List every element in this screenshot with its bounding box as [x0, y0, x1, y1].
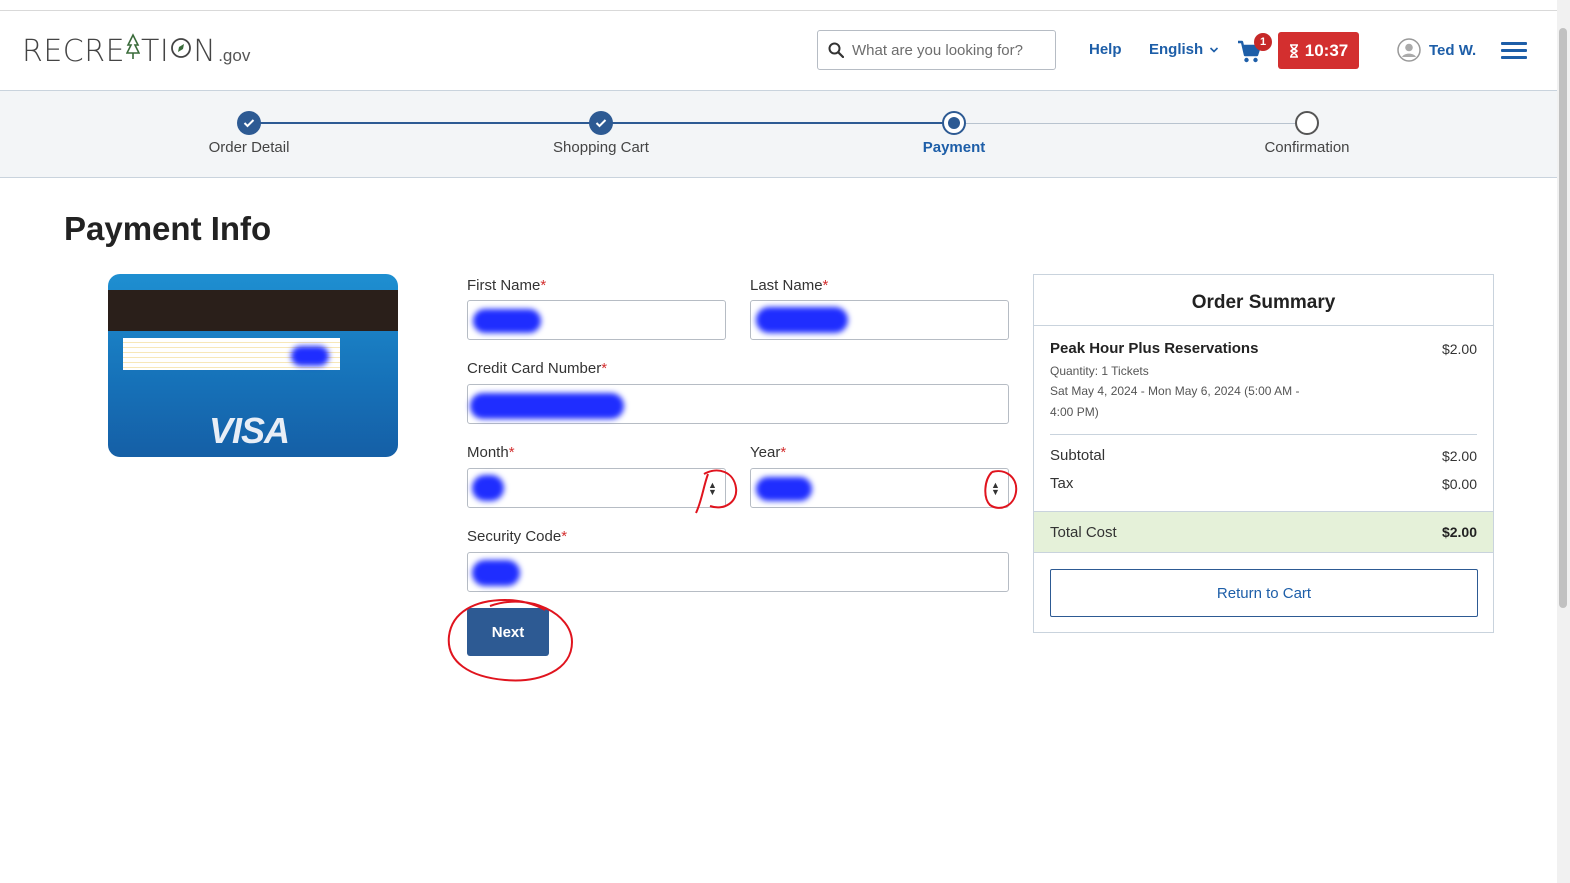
cart-count-badge: 1	[1254, 33, 1272, 51]
scrollbar-thumb[interactable]	[1559, 28, 1567, 608]
total-value: $2.00	[1441, 524, 1477, 540]
user-menu[interactable]: Ted W.	[1397, 38, 1476, 62]
year-label: Year*	[750, 444, 787, 461]
language-selector[interactable]: English	[1149, 41, 1219, 58]
redaction-mark	[472, 560, 520, 586]
step-label: Confirmation	[1264, 139, 1350, 156]
timer-text: 10:37	[1304, 40, 1349, 60]
item-dates: Sat May 4, 2024 - Mon May 6, 2024 (5:00 …	[1050, 384, 1300, 398]
logo-compass-icon	[170, 33, 192, 61]
step-label: Payment	[922, 139, 986, 156]
step-order-detail[interactable]: Order Detail	[169, 111, 329, 156]
step-label: Order Detail	[208, 139, 290, 156]
item-price: $2.00	[1441, 341, 1477, 357]
security-code-field[interactable]	[467, 552, 1009, 592]
step-payment: Payment	[874, 111, 1034, 156]
order-summary-panel: Order Summary Peak Hour Plus Reservation…	[1033, 274, 1494, 633]
return-to-cart-button[interactable]: Return to Cart	[1050, 569, 1478, 617]
total-label: Total Cost	[1050, 524, 1117, 541]
item-quantity: Quantity: 1 Tickets	[1050, 364, 1149, 378]
credit-card-illustration: VISA	[108, 274, 398, 457]
last-name-label: Last Name*	[750, 277, 829, 294]
item-dates-cont: 4:00 PM)	[1050, 405, 1099, 419]
search-icon	[828, 42, 844, 58]
logo-text-mid: TI	[141, 34, 170, 69]
check-icon	[589, 111, 613, 135]
divider	[1050, 434, 1477, 435]
hamburger-menu-icon[interactable]	[1501, 42, 1527, 62]
search-box[interactable]	[817, 30, 1056, 70]
user-name: Ted W.	[1429, 41, 1477, 59]
item-name: Peak Hour Plus Reservations	[1050, 340, 1259, 357]
language-label: English	[1149, 41, 1204, 58]
next-button[interactable]: Next	[467, 608, 549, 656]
page-scrollbar[interactable]	[1557, 0, 1570, 883]
security-code-label: Security Code*	[467, 528, 568, 545]
logo-tree-icon	[125, 33, 141, 61]
card-number-label: Credit Card Number*	[467, 360, 608, 377]
tax-label: Tax	[1050, 475, 1074, 492]
subtotal-value: $2.00	[1441, 448, 1477, 464]
check-icon	[237, 111, 261, 135]
visa-logo: VISA	[209, 410, 290, 451]
divider	[1034, 325, 1493, 326]
logo-text-end: N	[193, 34, 217, 69]
chevron-down-icon	[1210, 46, 1219, 53]
step-label: Shopping Cart	[553, 139, 649, 156]
select-arrows-icon[interactable]: ▲ ▼	[708, 481, 717, 497]
redaction-mark	[470, 393, 624, 419]
logo-suffix: .gov	[218, 46, 251, 65]
help-link[interactable]: Help	[1089, 41, 1122, 58]
redaction-mark	[473, 309, 541, 333]
page-title: Payment Info	[64, 210, 272, 247]
pending-step-icon	[1295, 111, 1319, 135]
month-label: Month*	[467, 444, 515, 461]
search-input[interactable]	[852, 41, 1042, 59]
logo-text-start: RECRE	[22, 34, 126, 69]
session-timer[interactable]: 10:37	[1278, 32, 1359, 69]
total-row: Total Cost $2.00	[1034, 511, 1493, 553]
select-arrows-icon[interactable]: ▲ ▼	[991, 481, 1000, 497]
order-summary-title: Order Summary	[1191, 292, 1336, 313]
first-name-label: First Name*	[467, 277, 547, 294]
current-step-icon	[942, 111, 966, 135]
hourglass-icon	[1289, 43, 1298, 58]
redaction-mark	[756, 477, 812, 501]
month-select[interactable]	[467, 468, 726, 508]
magnetic-stripe	[108, 290, 398, 331]
recreation-gov-logo[interactable]: RECRE TI N .gov	[22, 33, 250, 69]
subtotal-label: Subtotal	[1050, 447, 1106, 464]
redaction-mark	[472, 475, 504, 501]
step-shopping-cart[interactable]: Shopping Cart	[521, 111, 681, 156]
step-confirmation: Confirmation	[1227, 111, 1387, 156]
checkout-progress: Order Detail Shopping Cart Payment Confi…	[0, 91, 1557, 178]
tax-value: $0.00	[1441, 476, 1477, 492]
redaction-mark	[756, 307, 848, 333]
site-header: RECRE TI N .gov Help English	[0, 11, 1557, 91]
redaction-mark	[291, 346, 329, 366]
user-avatar-icon	[1397, 38, 1421, 62]
